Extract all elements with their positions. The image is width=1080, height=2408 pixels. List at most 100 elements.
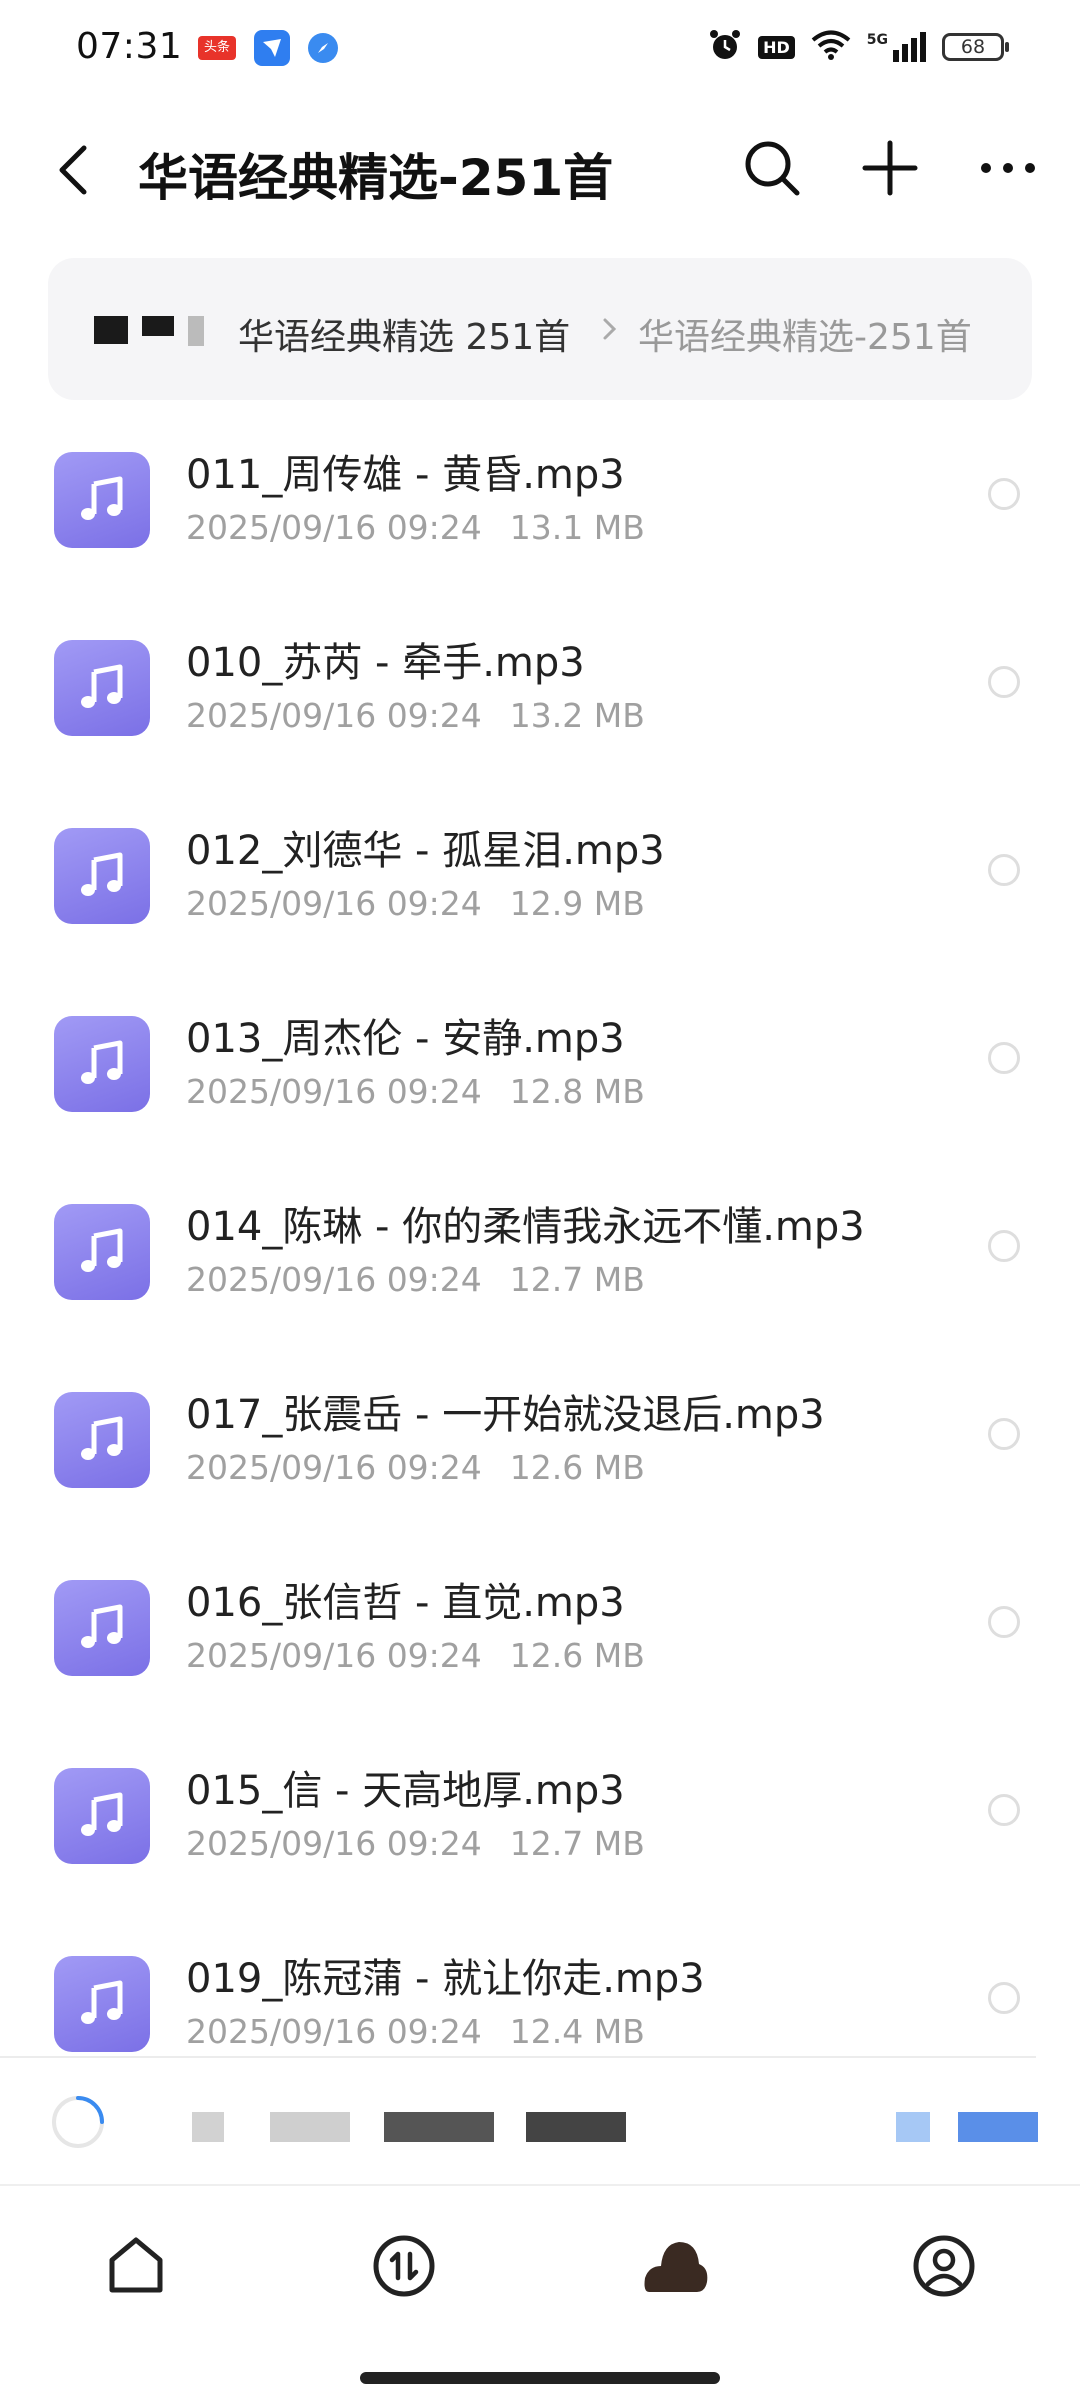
file-date: 2025/09/16 09:24 (186, 884, 482, 923)
breadcrumb-parent-folder[interactable]: 华语经典精选 251首 (238, 308, 570, 360)
select-checkbox[interactable] (988, 1042, 1020, 1074)
hd-voice-icon: HD (758, 35, 795, 59)
select-checkbox[interactable] (988, 1230, 1020, 1262)
breadcrumb: 华语经典精选 251首 华语经典精选-251首 (48, 258, 1032, 400)
file-row[interactable]: 015_信 - 天高地厚.mp3 2025/09/16 09:24 12.7 MB (0, 1716, 1080, 1904)
file-row[interactable]: 016_张信哲 - 直觉.mp3 2025/09/16 09:24 12.6 MB (0, 1528, 1080, 1716)
file-date: 2025/09/16 09:24 (186, 508, 482, 547)
file-name: 015_信 - 天高地厚.mp3 (186, 1768, 625, 1814)
music-file-icon (54, 1392, 150, 1488)
file-meta: 2025/09/16 09:24 12.7 MB (186, 1824, 645, 1863)
more-horizontal-icon (981, 163, 1035, 173)
file-size: 12.9 MB (509, 884, 645, 923)
file-name: 012_刘德华 - 孤星泪.mp3 (186, 828, 665, 874)
file-date: 2025/09/16 09:24 (186, 1448, 482, 1487)
more-button[interactable] (976, 136, 1040, 200)
file-name: 017_张震岳 - 一开始就没退后.mp3 (186, 1392, 825, 1438)
music-note-icon (81, 1980, 123, 2024)
file-name: 014_陈琳 - 你的柔情我永远不懂.mp3 (186, 1204, 865, 1250)
add-button[interactable] (858, 136, 922, 200)
cloud-icon (644, 2242, 708, 2292)
search-button[interactable] (740, 136, 804, 200)
transfer-icon (373, 2235, 435, 2297)
file-date: 2025/09/16 09:24 (186, 1072, 482, 1111)
breadcrumb-root-redacted[interactable] (94, 316, 204, 346)
file-meta: 2025/09/16 09:24 12.8 MB (186, 1072, 645, 1111)
toutiao-app-icon: 头条 (198, 36, 236, 60)
file-size: 12.6 MB (509, 1448, 645, 1487)
file-name: 010_苏芮 - 牵手.mp3 (186, 640, 585, 686)
alarm-icon (708, 28, 742, 66)
header-actions (740, 136, 1040, 200)
select-checkbox[interactable] (988, 854, 1020, 886)
music-note-icon (81, 1040, 123, 1084)
search-icon (745, 141, 800, 196)
nav-profile[interactable] (904, 2226, 984, 2306)
home-indicator[interactable] (360, 2372, 720, 2384)
file-size: 12.7 MB (509, 1260, 645, 1299)
plus-icon (862, 140, 918, 196)
file-date: 2025/09/16 09:24 (186, 1824, 482, 1863)
music-note-icon (81, 476, 123, 520)
file-size: 13.1 MB (509, 508, 645, 547)
file-name: 019_陈冠蒲 - 就让你走.mp3 (186, 1956, 705, 2002)
file-list[interactable]: 011_周传雄 - 黄昏.mp3 2025/09/16 09:24 13.1 MB… (0, 400, 1080, 2056)
profile-icon (913, 2235, 975, 2297)
music-file-icon (54, 1204, 150, 1300)
file-meta: 2025/09/16 09:24 13.2 MB (186, 696, 645, 735)
file-row[interactable]: 013_周杰伦 - 安静.mp3 2025/09/16 09:24 12.8 MB (0, 964, 1080, 1152)
file-size: 12.7 MB (509, 1824, 645, 1863)
file-size: 13.2 MB (509, 696, 645, 735)
file-row[interactable]: 017_张震岳 - 一开始就没退后.mp3 2025/09/16 09:24 12… (0, 1340, 1080, 1528)
select-checkbox[interactable] (988, 478, 1020, 510)
network-type-label: 5G (866, 32, 888, 48)
file-name: 013_周杰伦 - 安静.mp3 (186, 1016, 625, 1062)
chevron-left-icon (59, 145, 87, 195)
file-meta: 2025/09/16 09:24 12.6 MB (186, 1448, 645, 1487)
nav-files-active[interactable] (636, 2226, 716, 2306)
music-note-icon (81, 1416, 123, 1460)
cellular-signal-icon: 5G (867, 32, 926, 62)
file-meta: 2025/09/16 09:24 12.4 MB (186, 2012, 645, 2051)
browser-app-icon (308, 33, 338, 63)
select-checkbox[interactable] (988, 1418, 1020, 1450)
page-title: 华语经典精选-251首 (138, 149, 614, 207)
system-status-icons: HD 5G 68 (708, 28, 1009, 66)
file-row[interactable]: 014_陈琳 - 你的柔情我永远不懂.mp3 2025/09/16 09:24 1… (0, 1152, 1080, 1340)
music-file-icon (54, 640, 150, 736)
select-checkbox[interactable] (988, 666, 1020, 698)
file-size: 12.6 MB (509, 1636, 645, 1675)
file-size: 12.4 MB (509, 2012, 645, 2051)
file-size: 12.8 MB (509, 1072, 645, 1111)
file-name: 016_张信哲 - 直觉.mp3 (186, 1580, 625, 1626)
file-meta: 2025/09/16 09:24 13.1 MB (186, 508, 645, 547)
bottom-navigation (0, 2184, 1080, 2356)
music-note-icon (81, 1604, 123, 1648)
nav-home[interactable] (96, 2226, 176, 2306)
select-checkbox[interactable] (988, 1606, 1020, 1638)
file-row[interactable]: 019_陈冠蒲 - 就让你走.mp3 2025/09/16 09:24 12.4 … (0, 1904, 1080, 2056)
header: 华语经典精选-251首 (0, 118, 1080, 222)
file-date: 2025/09/16 09:24 (186, 1636, 482, 1675)
file-row[interactable]: 012_刘德华 - 孤星泪.mp3 2025/09/16 09:24 12.9 M… (0, 776, 1080, 964)
breadcrumb-current-folder: 华语经典精选-251首 (638, 317, 972, 358)
music-note-icon (81, 852, 123, 896)
feishu-app-icon (254, 30, 290, 66)
status-time: 07:31 (76, 26, 183, 67)
select-checkbox[interactable] (988, 1982, 1020, 2014)
file-date: 2025/09/16 09:24 (186, 2012, 482, 2051)
music-file-icon (54, 452, 150, 548)
file-row[interactable]: 011_周传雄 - 黄昏.mp3 2025/09/16 09:24 13.1 MB (0, 400, 1080, 588)
file-meta: 2025/09/16 09:24 12.7 MB (186, 1260, 645, 1299)
music-note-icon (81, 664, 123, 708)
status-bar: 07:31 头条 HD 5G 68 (0, 0, 1080, 100)
wifi-icon (811, 29, 851, 65)
file-date: 2025/09/16 09:24 (186, 696, 482, 735)
select-checkbox[interactable] (988, 1794, 1020, 1826)
nav-transfer[interactable] (364, 2226, 444, 2306)
notification-icons: 头条 (198, 30, 338, 66)
music-file-icon (54, 1956, 150, 2052)
back-button[interactable] (46, 140, 106, 200)
file-row[interactable]: 010_苏芮 - 牵手.mp3 2025/09/16 09:24 13.2 MB (0, 588, 1080, 776)
transfer-status-bar[interactable] (0, 2056, 1038, 2184)
